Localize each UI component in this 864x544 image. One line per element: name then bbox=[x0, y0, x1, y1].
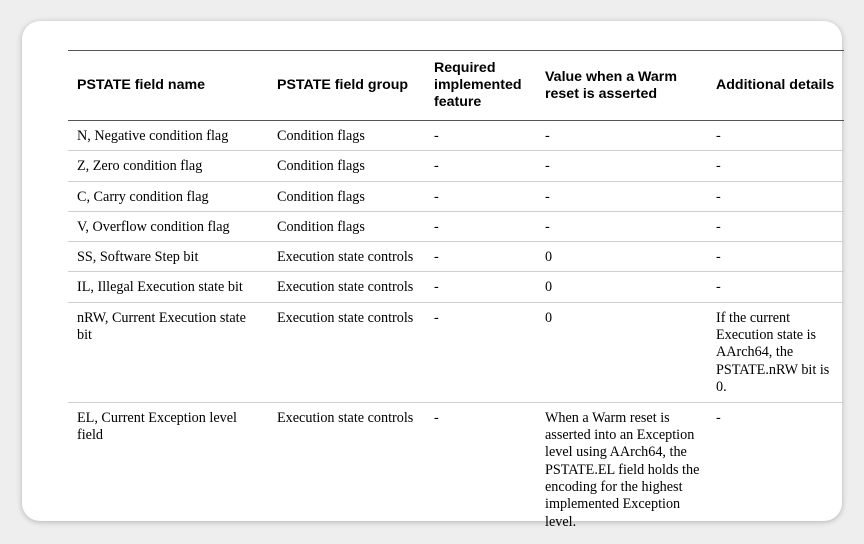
cell-field-group: Execution state controls bbox=[268, 271, 425, 303]
cell-feature: - bbox=[425, 302, 536, 403]
table-header-row: PSTATE field name PSTATE field group Req… bbox=[68, 50, 844, 121]
cell-feature: - bbox=[425, 241, 536, 273]
cell-field-group: Condition flags bbox=[268, 181, 425, 212]
cell-details: - bbox=[707, 150, 844, 182]
cell-details: - bbox=[707, 181, 844, 212]
cell-field-group: Condition flags bbox=[268, 120, 425, 152]
table-row: C, Carry condition flag Condition flags … bbox=[68, 181, 844, 212]
cell-details: - bbox=[707, 120, 844, 152]
cell-value: - bbox=[536, 181, 707, 212]
cell-details: If the current Execution state is AArch6… bbox=[707, 302, 844, 403]
cell-feature: - bbox=[425, 181, 536, 212]
cell-field-name: Z, Zero condition flag bbox=[68, 150, 268, 182]
table-row: IL, Illegal Execution state bit Executio… bbox=[68, 271, 844, 303]
cell-field-name: N, Negative condition flag bbox=[68, 120, 268, 152]
cell-field-name: V, Overflow condition flag bbox=[68, 211, 268, 243]
cell-field-group: Execution state controls bbox=[277, 409, 414, 426]
cell-details: - bbox=[707, 211, 844, 243]
table-row: Z, Zero condition flag Condition flags -… bbox=[68, 150, 844, 182]
header-field-name: PSTATE field name bbox=[68, 50, 268, 121]
cell-value: - bbox=[536, 120, 707, 152]
table-row: SS, Software Step bit Execution state co… bbox=[68, 241, 844, 273]
cell-field-group: Execution state controls bbox=[268, 241, 425, 273]
cell-field-name: EL, Current Exception level field bbox=[77, 409, 237, 444]
cell-value: - bbox=[536, 150, 707, 182]
cell-field-name: nRW, Current Execution state bit bbox=[68, 302, 268, 403]
header-field-group: PSTATE field group bbox=[268, 50, 425, 121]
cell-field-name: IL, Illegal Execution state bit bbox=[68, 271, 268, 303]
table-row: nRW, Current Execution state bit Executi… bbox=[68, 302, 844, 403]
cell-value: When a Warm reset is asserted into an Ex… bbox=[536, 402, 707, 536]
document-card: PSTATE field name PSTATE field group Req… bbox=[22, 21, 844, 530]
header-additional-details: Additional details bbox=[707, 50, 844, 121]
cell-value: - bbox=[536, 211, 707, 243]
table-row: V, Overflow condition flag Condition fla… bbox=[68, 211, 844, 243]
cell-feature: - bbox=[425, 120, 536, 152]
cell-field-name: C, Carry condition flag bbox=[68, 181, 268, 212]
table-row: N, Negative condition flag Condition fla… bbox=[68, 120, 844, 152]
cell-feature: - bbox=[434, 409, 439, 426]
cell-feature: - bbox=[425, 271, 536, 303]
cell-field-group: Condition flags bbox=[268, 150, 425, 182]
cell-details: - bbox=[707, 241, 844, 273]
header-warm-reset-value: Value when a Warm reset is asserted bbox=[536, 50, 707, 121]
cell-details: - bbox=[707, 271, 844, 303]
header-required-feature: Required implemented feature bbox=[425, 50, 536, 121]
cell-feature: - bbox=[425, 211, 536, 243]
cell-field-name: SS, Software Step bit bbox=[68, 241, 268, 273]
cell-field-group: Condition flags bbox=[268, 211, 425, 243]
pstate-reset-table: PSTATE field name PSTATE field group Req… bbox=[68, 50, 844, 536]
table-row: EL, Current Exception level field Execut… bbox=[68, 402, 844, 536]
cell-details: - bbox=[716, 409, 721, 426]
cell-value: 0 bbox=[536, 241, 707, 273]
cell-field-group: Execution state controls bbox=[268, 302, 425, 403]
cell-value: 0 bbox=[536, 271, 707, 303]
cell-feature: - bbox=[425, 150, 536, 182]
cell-value: 0 bbox=[536, 302, 707, 403]
